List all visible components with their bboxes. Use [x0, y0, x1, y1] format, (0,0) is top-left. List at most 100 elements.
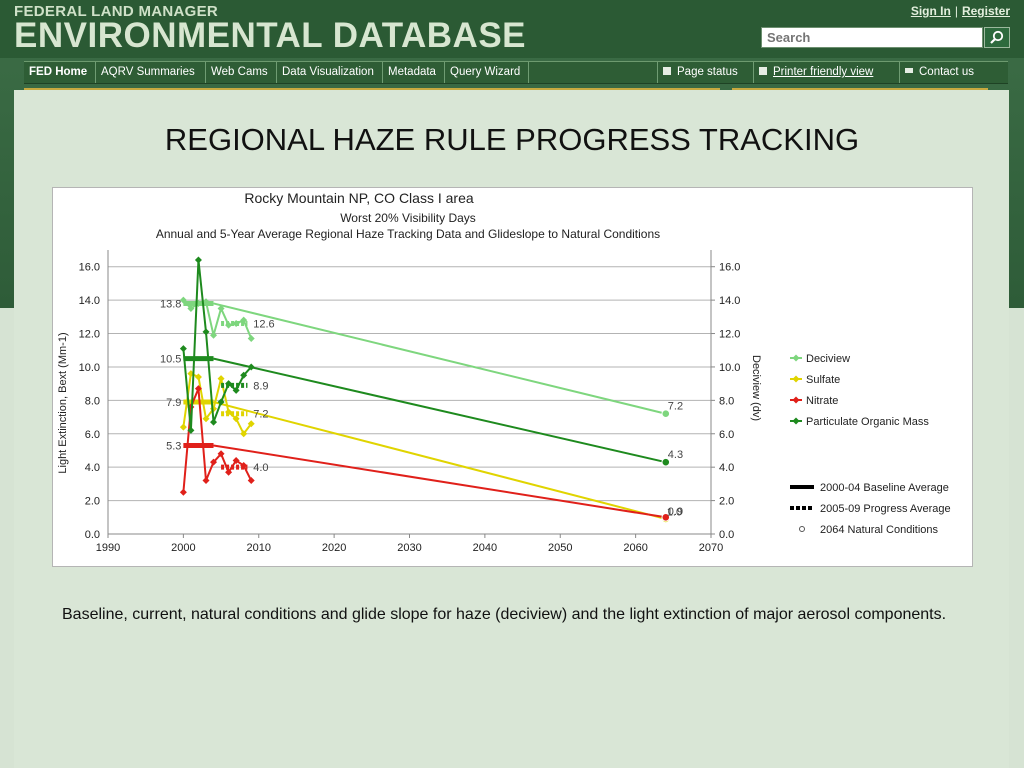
y2-tick-label: 8.0 — [719, 395, 734, 407]
y2-tick-label: 14.0 — [719, 295, 740, 307]
x-tick-label: 2030 — [397, 542, 421, 554]
x-tick-label: 2050 — [548, 542, 572, 554]
legend-entry: Deciview — [806, 353, 850, 365]
haze-chart: Rocky Mountain NP, CO Class I area Worst… — [57, 190, 951, 554]
site-header: FEDERAL LAND MANAGER ENVIRONMENTAL DATAB… — [0, 0, 1024, 58]
register-link[interactable]: Register — [962, 4, 1010, 18]
progress-value-label: 4.0 — [253, 462, 268, 474]
data-point-deciview — [210, 331, 218, 339]
x-tick-label: 2000 — [171, 542, 195, 554]
data-point-nitrate — [179, 488, 187, 496]
data-point-deciview — [247, 335, 255, 343]
baseline-value-label: 13.8 — [160, 298, 181, 310]
y-tick-label: 6.0 — [85, 429, 100, 441]
slide-caption: Baseline, current, natural conditions an… — [62, 606, 947, 623]
search-icon — [990, 30, 1004, 44]
y2-tick-label: 4.0 — [719, 462, 734, 474]
printer-icon — [759, 66, 767, 75]
x-tick-label: 2060 — [623, 542, 647, 554]
info-icon — [663, 66, 671, 75]
y2-tick-label: 0.0 — [719, 529, 734, 541]
data-point-organic — [210, 418, 218, 426]
y-axis-label: Light Extinction, Bext (Mm-1) — [57, 332, 69, 473]
series-line-organic — [182, 259, 252, 431]
glideslope-sulfate — [213, 401, 667, 520]
legend-swatch-marker — [792, 396, 800, 404]
data-point-organic — [179, 345, 187, 353]
nav-data-visualization[interactable]: Data Visualization — [277, 62, 383, 83]
nav-fed-home[interactable]: FED Home — [24, 62, 96, 83]
nav-aqrv-summaries[interactable]: AQRV Summaries — [96, 62, 206, 83]
progress-value-label: 7.2 — [253, 409, 268, 421]
y2-axis-label: Deciview (dv) — [750, 355, 762, 421]
x-tick-label: 2020 — [322, 542, 346, 554]
natural-value-label: 7.2 — [668, 401, 683, 413]
nav-printer-label: Printer friendly view — [773, 66, 874, 78]
legend-entry: 2000-04 Baseline Average — [820, 482, 949, 494]
search-button[interactable] — [984, 27, 1010, 48]
chart-title: Rocky Mountain NP, CO Class I area — [244, 190, 473, 206]
natural-value-label: 1.0 — [667, 506, 682, 518]
y2-tick-label: 6.0 — [719, 429, 734, 441]
site-title: ENVIRONMENTAL DATABASE — [14, 16, 527, 55]
y2-tick-label: 12.0 — [719, 329, 740, 341]
legend-entry: 2064 Natural Conditions — [820, 524, 939, 536]
y-tick-label: 8.0 — [85, 395, 100, 407]
progress-value-label: 12.6 — [253, 319, 274, 331]
y-tick-label: 2.0 — [85, 496, 100, 508]
chart-container: Rocky Mountain NP, CO Class I area Worst… — [52, 187, 973, 567]
y-tick-label: 12.0 — [79, 329, 100, 341]
y2-tick-label: 2.0 — [719, 496, 734, 508]
y-tick-label: 10.0 — [79, 362, 100, 374]
baseline-value-label: 5.3 — [166, 440, 181, 452]
y2-tick-label: 10.0 — [719, 362, 740, 374]
legend-entry: Sulfate — [806, 374, 840, 386]
nav-page-status[interactable]: Page status — [657, 62, 754, 83]
y-tick-label: 0.0 — [85, 529, 100, 541]
x-tick-label: 2040 — [473, 542, 497, 554]
y-tick-label: 14.0 — [79, 295, 100, 307]
nav-web-cams[interactable]: Web Cams — [206, 62, 277, 83]
chart-subtitle-1: Worst 20% Visibility Days — [340, 211, 476, 225]
auth-links: Sign In | Register — [911, 4, 1010, 18]
y2-tick-label: 16.0 — [719, 262, 740, 274]
nav-contact-us[interactable]: Contact us — [900, 62, 992, 83]
natural-value-label: 4.3 — [668, 449, 683, 461]
page-title: REGIONAL HAZE RULE PROGRESS TRACKING — [164, 122, 860, 157]
x-tick-label: 1990 — [96, 542, 120, 554]
legend-swatch-marker — [792, 375, 800, 383]
data-point-organic — [202, 328, 210, 336]
legend-swatch-marker — [792, 417, 800, 425]
legend-entry: 2005-09 Progress Average — [820, 503, 951, 515]
legend-entry: Particulate Organic Mass — [806, 416, 929, 428]
x-tick-label: 2070 — [699, 542, 723, 554]
legend-natural-swatch — [799, 526, 805, 532]
sign-in-link[interactable]: Sign In — [911, 4, 951, 18]
legend-swatch-marker — [792, 354, 800, 362]
main-nav: FED Home AQRV Summaries Web Cams Data Vi… — [24, 61, 1008, 84]
legend-entry: Nitrate — [806, 395, 838, 407]
glideslope-nitrate — [213, 444, 666, 519]
chart-subtitle-2: Annual and 5-Year Average Regional Haze … — [156, 227, 660, 241]
search-input[interactable] — [761, 27, 983, 48]
nav-printer-friendly[interactable]: Printer friendly view — [754, 62, 900, 83]
glideslope-organic — [213, 357, 666, 464]
auth-separator: | — [954, 4, 958, 18]
data-point-nitrate — [202, 477, 210, 485]
data-point-sulfate — [179, 423, 187, 431]
y-tick-label: 16.0 — [79, 262, 100, 274]
nav-contact-label: Contact us — [919, 66, 974, 78]
nav-query-wizard[interactable]: Query Wizard — [445, 62, 529, 83]
x-tick-label: 2010 — [247, 542, 271, 554]
data-point-sulfate — [194, 373, 202, 381]
mail-icon — [905, 68, 913, 74]
baseline-value-label: 7.9 — [166, 397, 181, 409]
nav-metadata[interactable]: Metadata — [383, 62, 445, 83]
data-point-organic — [194, 256, 202, 264]
progress-value-label: 8.9 — [253, 380, 268, 392]
nav-page-status-label: Page status — [677, 66, 738, 78]
data-point-sulfate — [217, 375, 225, 383]
data-point-nitrate — [247, 477, 255, 485]
y-tick-label: 4.0 — [85, 462, 100, 474]
baseline-value-label: 10.5 — [160, 354, 181, 366]
